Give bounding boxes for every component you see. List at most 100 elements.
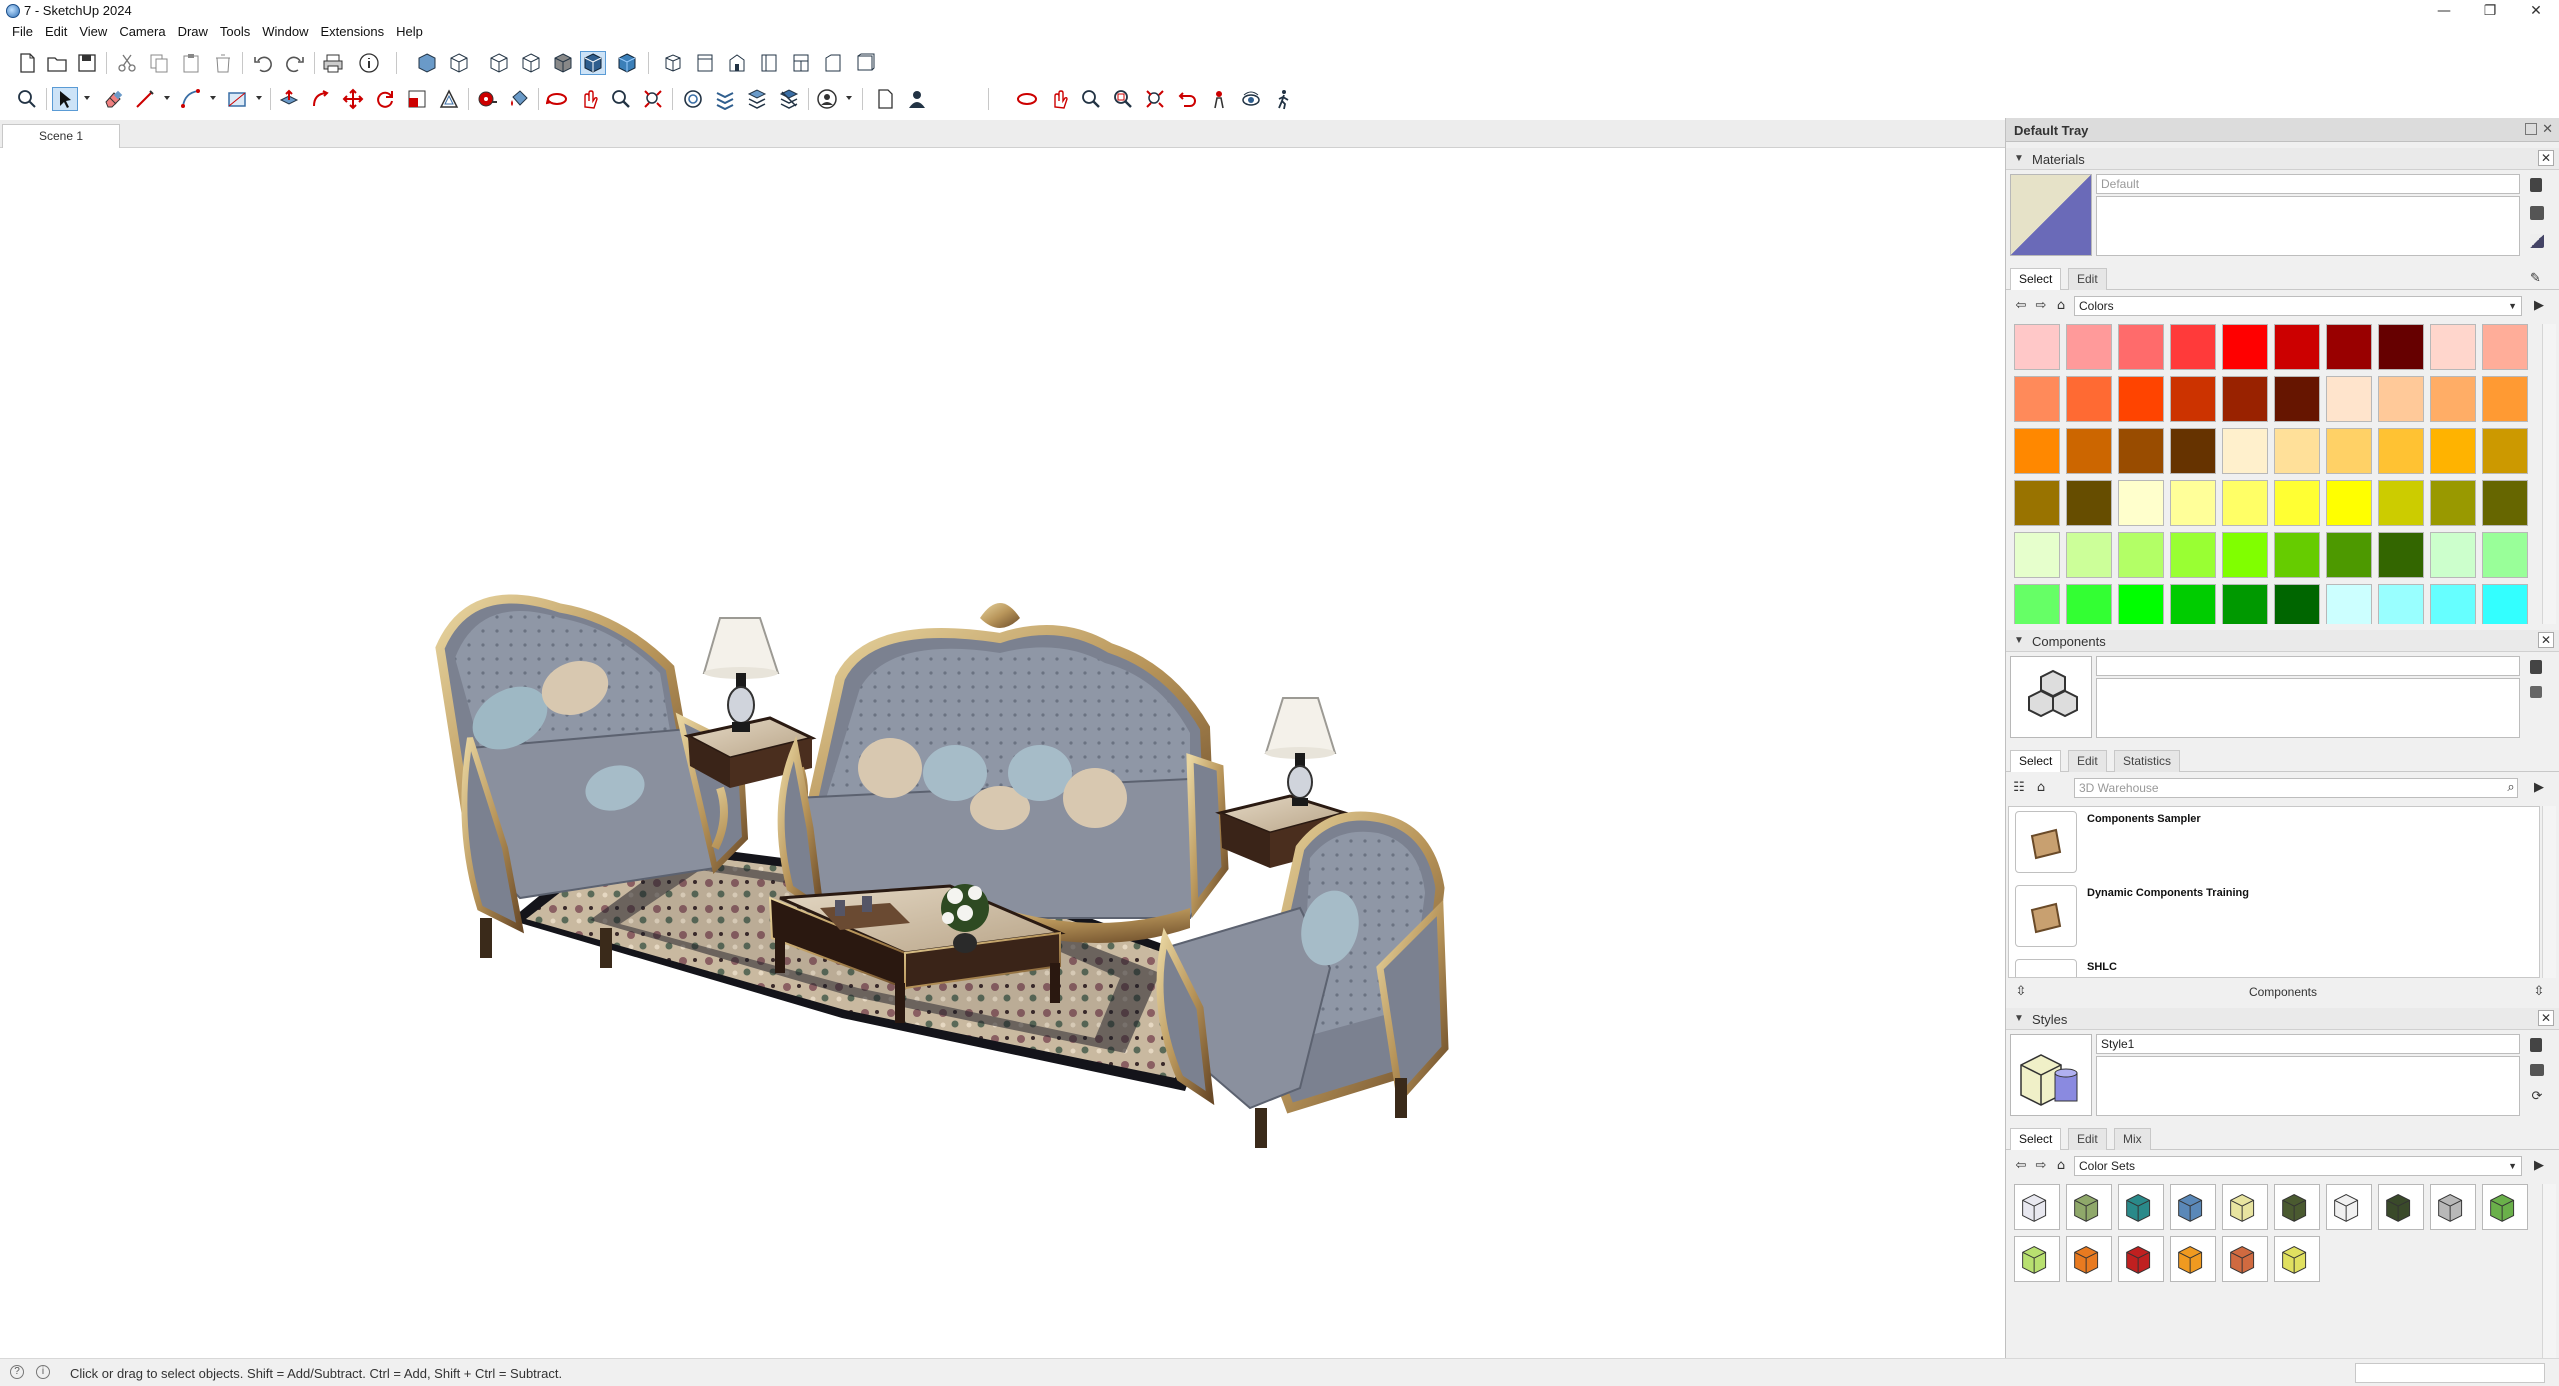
details-arrow-icon[interactable]: ⇳: [2530, 983, 2548, 1001]
color-swatch[interactable]: [2118, 324, 2164, 370]
details-arrow-icon[interactable]: ▶: [2530, 297, 2548, 315]
save-button[interactable]: [74, 51, 100, 75]
color-swatch[interactable]: [2118, 428, 2164, 474]
color-swatch[interactable]: [2482, 480, 2528, 526]
color-swatch[interactable]: [2066, 480, 2112, 526]
style-thumbnail[interactable]: [2170, 1236, 2216, 1282]
forward-arrow-icon[interactable]: ⇨: [2032, 297, 2050, 315]
color-swatch[interactable]: [2066, 428, 2112, 474]
menu-window[interactable]: Window: [256, 22, 314, 42]
camera-zoom-button[interactable]: [1078, 87, 1104, 111]
style-name-field[interactable]: Style1: [2096, 1034, 2520, 1054]
previous-view-button[interactable]: [1174, 87, 1200, 111]
warehouse-tool-button[interactable]: [680, 87, 706, 111]
display-secondary-icon[interactable]: [2530, 206, 2544, 220]
style-thumbnail[interactable]: [2014, 1236, 2060, 1282]
color-swatch[interactable]: [2066, 376, 2112, 422]
close-window-button[interactable]: ✕: [2513, 0, 2559, 22]
style-thumbnail[interactable]: [2170, 1184, 2216, 1230]
refresh-icon[interactable]: ⟳: [2528, 1088, 2546, 1106]
color-swatch[interactable]: [2014, 324, 2060, 370]
collapse-arrow-icon[interactable]: ▼: [2014, 1013, 2024, 1024]
color-swatch[interactable]: [2378, 376, 2424, 422]
color-swatch[interactable]: [2482, 584, 2528, 624]
undo-button[interactable]: [250, 51, 276, 75]
menu-edit[interactable]: Edit: [39, 22, 73, 42]
style-thumbnail[interactable]: [2274, 1236, 2320, 1282]
shaded-style-button[interactable]: [550, 51, 576, 75]
model-info-button[interactable]: [356, 51, 382, 75]
orbit-tool-button[interactable]: [544, 87, 570, 111]
materials-library-select[interactable]: Colors ▼: [2074, 296, 2522, 316]
look-around-button[interactable]: [1238, 87, 1264, 111]
default-material-icon[interactable]: [2530, 234, 2544, 248]
home-icon[interactable]: ⌂: [2052, 1157, 2070, 1175]
color-swatch[interactable]: [2274, 376, 2320, 422]
user-profile-button[interactable]: [904, 87, 930, 111]
bottom-view-button[interactable]: [852, 51, 878, 75]
open-file-button[interactable]: [44, 51, 70, 75]
list-item[interactable]: Components Sampler: [2011, 807, 2539, 877]
extension-warehouse-button[interactable]: [712, 87, 738, 111]
color-swatch[interactable]: [2066, 584, 2112, 624]
back-view-button[interactable]: [788, 51, 814, 75]
style-thumbnail[interactable]: [2222, 1236, 2268, 1282]
component-options-icon[interactable]: [2530, 686, 2542, 698]
color-swatch[interactable]: [2378, 532, 2424, 578]
color-swatch[interactable]: [2326, 428, 2372, 474]
color-swatch[interactable]: [2014, 376, 2060, 422]
push-pull-tool-button[interactable]: [276, 87, 302, 111]
rectangle-tool-button[interactable]: [224, 87, 250, 111]
extension-manager-button[interactable]: [776, 87, 802, 111]
menu-camera[interactable]: Camera: [113, 22, 171, 42]
view-options-icon[interactable]: ☷: [2010, 779, 2028, 797]
update-style-icon[interactable]: [2530, 1064, 2544, 1076]
camera-pan-button[interactable]: [1046, 87, 1072, 111]
tab-select[interactable]: Select: [2010, 268, 2062, 290]
color-swatch[interactable]: [2482, 428, 2528, 474]
collapse-arrow-icon[interactable]: ▼: [2014, 153, 2024, 164]
color-swatch[interactable]: [2170, 584, 2216, 624]
color-swatch[interactable]: [2222, 428, 2268, 474]
material-description-field[interactable]: [2096, 196, 2520, 256]
pan-tool-button[interactable]: [576, 87, 602, 111]
zoom-tool-button[interactable]: [608, 87, 634, 111]
tab-edit[interactable]: Edit: [2068, 268, 2107, 290]
components-search-input[interactable]: 3D Warehouse: [2074, 778, 2518, 798]
color-swatch[interactable]: [2326, 324, 2372, 370]
model-viewport[interactable]: [0, 148, 2005, 1358]
tab-statistics[interactable]: Statistics: [2114, 750, 2181, 772]
tab-mix[interactable]: Mix: [2114, 1128, 2151, 1150]
paint-bucket-tool-button[interactable]: [506, 87, 532, 111]
styles-close-button[interactable]: ✕: [2538, 1010, 2554, 1026]
select-tool-button[interactable]: [52, 87, 78, 111]
color-swatch[interactable]: [2118, 532, 2164, 578]
tray-close-button[interactable]: ✕: [2542, 121, 2553, 137]
style-thumbnail[interactable]: [2274, 1184, 2320, 1230]
color-swatch[interactable]: [2326, 480, 2372, 526]
account-button[interactable]: [814, 87, 840, 111]
tape-measure-tool-button[interactable]: [474, 87, 500, 111]
shaded-textures-style-button[interactable]: [580, 51, 606, 75]
color-swatch[interactable]: [2326, 376, 2372, 422]
style-thumbnail[interactable]: [2378, 1184, 2424, 1230]
materials-panel-header[interactable]: ▼ Materials ✕: [2006, 148, 2559, 170]
color-swatch[interactable]: [2274, 324, 2320, 370]
color-swatch[interactable]: [2118, 376, 2164, 422]
details-arrow-icon[interactable]: ▶: [2530, 1157, 2548, 1175]
offset-tool-button[interactable]: [436, 87, 462, 111]
move-tool-button[interactable]: [340, 87, 366, 111]
camera-zoom-window-button[interactable]: [1110, 87, 1136, 111]
color-swatch[interactable]: [2014, 480, 2060, 526]
color-swatch[interactable]: [2170, 428, 2216, 474]
color-swatch[interactable]: [2222, 376, 2268, 422]
measurements-box[interactable]: [2355, 1363, 2545, 1383]
right-view-button[interactable]: [756, 51, 782, 75]
tab-edit[interactable]: Edit: [2068, 750, 2107, 772]
help-icon[interactable]: ?: [10, 1365, 24, 1379]
color-swatch[interactable]: [2170, 324, 2216, 370]
back-edges-style-button[interactable]: [446, 51, 472, 75]
color-swatch[interactable]: [2378, 584, 2424, 624]
camera-orbit-button[interactable]: [1014, 87, 1040, 111]
follow-me-tool-button[interactable]: [308, 87, 334, 111]
